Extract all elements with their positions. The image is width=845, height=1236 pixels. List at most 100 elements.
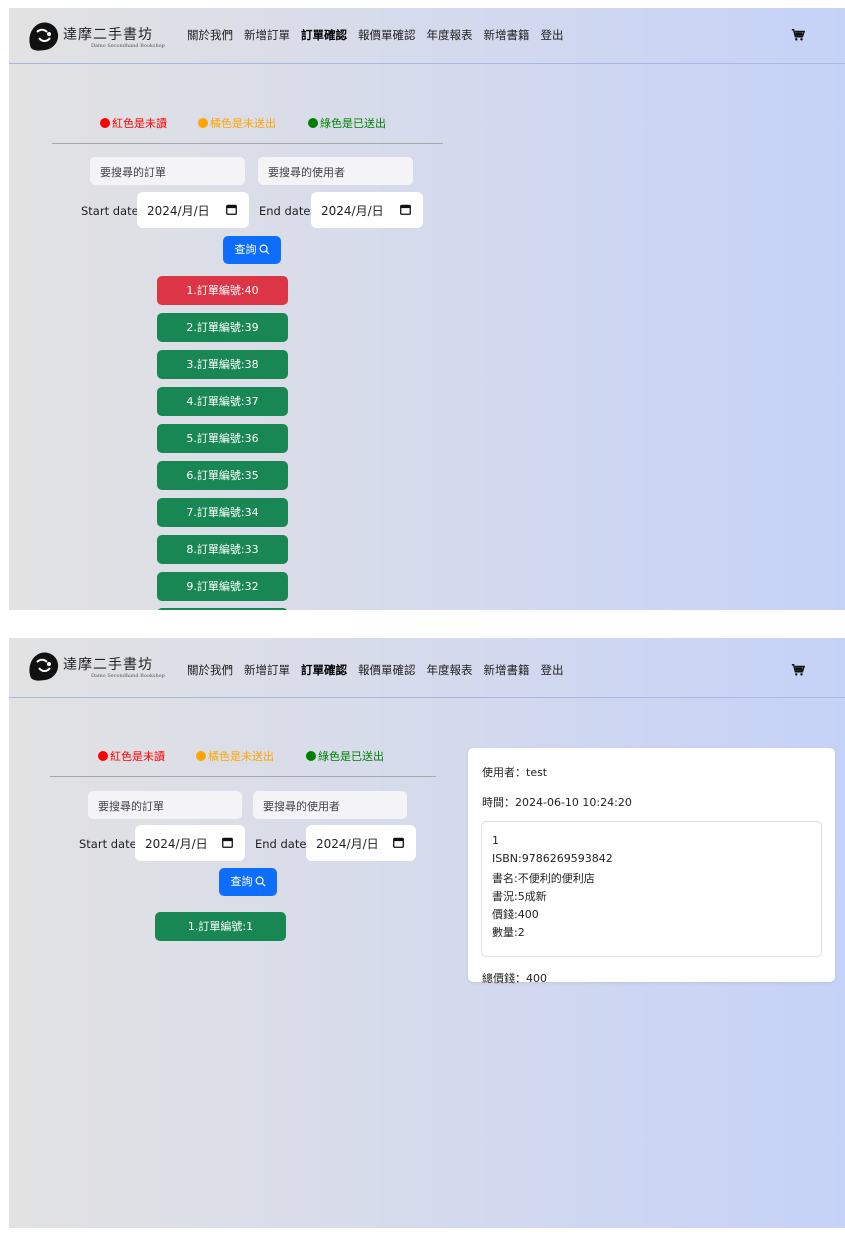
item-price: 價錢:400 xyxy=(492,908,539,921)
legend-sent-label: 綠色是已送出 xyxy=(320,117,386,130)
orange-dot-icon xyxy=(196,751,206,761)
nav-order-confirm[interactable]: 訂單確認 xyxy=(301,662,347,678)
dharma-logo-icon xyxy=(29,652,59,681)
nav-quote-confirm[interactable]: 報價單確認 xyxy=(358,27,416,43)
query-button[interactable]: 查詢 xyxy=(223,236,281,264)
user-search-input[interactable]: 要搜尋的使用者 xyxy=(253,791,407,819)
end-date-value: 2024/月/日 xyxy=(316,837,379,851)
navbar: 達摩二手書坊 Damo Secondhand Bookshop 關於我們 新增訂… xyxy=(9,638,845,698)
legend-unread: 紅色是未讀 xyxy=(100,115,167,131)
divider xyxy=(50,776,436,777)
brand-subtitle: Damo Secondhand Bookshop xyxy=(91,673,165,679)
legend-unsent-label: 橘色是未送出 xyxy=(210,117,276,130)
order-item-card: 1 ISBN:9786269593842 書名:不便利的便利店 書況:5成新 價… xyxy=(481,821,822,957)
order-detail-screenshot: 達摩二手書坊 Damo Secondhand Bookshop 關於我們 新增訂… xyxy=(9,638,845,1228)
user-search-input[interactable]: 要搜尋的使用者 xyxy=(258,157,413,185)
calendar-icon[interactable] xyxy=(226,204,237,215)
order-button[interactable]: 7.訂單編號:34 xyxy=(157,498,288,527)
order-button[interactable]: 1.訂單編號:40 xyxy=(157,276,288,305)
legend-unsent-label: 橘色是未送出 xyxy=(208,750,274,763)
legend-sent-label: 綠色是已送出 xyxy=(318,750,384,763)
nav-new-order[interactable]: 新增訂單 xyxy=(244,662,290,678)
legend-unsent: 橘色是未送出 xyxy=(196,748,274,764)
legend-sent: 綠色是已送出 xyxy=(308,115,386,131)
legend-unread-label: 紅色是未讀 xyxy=(110,750,165,763)
nav-order-confirm[interactable]: 訂單確認 xyxy=(301,27,347,43)
calendar-icon[interactable] xyxy=(400,204,411,215)
red-dot-icon xyxy=(98,751,108,761)
order-search-input[interactable]: 要搜尋的訂單 xyxy=(90,157,245,185)
legend-unread: 紅色是未讀 xyxy=(98,748,165,764)
end-date-label: End date: xyxy=(259,204,315,218)
status-legend: 紅色是未讀 橘色是未送出 綠色是已送出 xyxy=(98,748,384,764)
query-button-label: 查詢 xyxy=(230,875,253,888)
detail-time: 時間：2024-06-10 10:24:20 xyxy=(482,796,632,809)
detail-total: 總價錢：400 xyxy=(482,972,547,985)
order-button-partial[interactable] xyxy=(157,608,288,610)
nav-annual-report[interactable]: 年度報表 xyxy=(427,662,473,678)
dharma-logo-icon xyxy=(29,22,59,51)
divider xyxy=(52,143,443,144)
brand-subtitle: Damo Secondhand Bookshop xyxy=(91,43,165,49)
nav-menu: 關於我們 新增訂單 訂單確認 報價單確認 年度報表 新增書籍 登出 xyxy=(187,27,564,43)
calendar-icon[interactable] xyxy=(222,837,233,848)
nav-about[interactable]: 關於我們 xyxy=(187,662,233,678)
order-button[interactable]: 3.訂單編號:38 xyxy=(157,350,288,379)
end-date-input[interactable]: 2024/月/日 xyxy=(311,192,423,228)
order-button[interactable]: 2.訂單編號:39 xyxy=(157,313,288,342)
nav-annual-report[interactable]: 年度報表 xyxy=(427,27,473,43)
order-button[interactable]: 1.訂單編號:1 xyxy=(155,912,286,941)
calendar-icon[interactable] xyxy=(393,837,404,848)
nav-new-order[interactable]: 新增訂單 xyxy=(244,27,290,43)
item-index: 1 xyxy=(492,834,499,847)
item-condition: 書況:5成新 xyxy=(492,890,547,903)
start-date-label: Start date: xyxy=(79,837,141,851)
nav-add-book[interactable]: 新增書籍 xyxy=(484,27,530,43)
end-date-input[interactable]: 2024/月/日 xyxy=(306,825,416,861)
item-quantity: 數量:2 xyxy=(492,926,525,939)
order-detail-card: 使用者：test 時間：2024-06-10 10:24:20 1 ISBN:9… xyxy=(468,748,835,985)
order-list-screenshot: 達摩二手書坊 Damo Secondhand Bookshop 關於我們 新增訂… xyxy=(9,8,845,610)
nav-logout[interactable]: 登出 xyxy=(541,662,564,678)
orange-dot-icon xyxy=(198,118,208,128)
legend-sent: 綠色是已送出 xyxy=(306,748,384,764)
query-button[interactable]: 查詢 xyxy=(219,868,277,896)
order-search-input[interactable]: 要搜尋的訂單 xyxy=(88,791,242,819)
cart-icon[interactable] xyxy=(791,28,805,42)
end-date-value: 2024/月/日 xyxy=(321,204,384,218)
order-button[interactable]: 9.訂單編號:32 xyxy=(157,572,288,601)
brand-logo[interactable]: 達摩二手書坊 Damo Secondhand Bookshop xyxy=(21,644,171,688)
start-date-label: Start date: xyxy=(81,204,143,218)
order-button[interactable]: 6.訂單編號:35 xyxy=(157,461,288,490)
order-button[interactable]: 5.訂單編號:36 xyxy=(157,424,288,453)
nav-quote-confirm[interactable]: 報價單確認 xyxy=(358,662,416,678)
brand-name: 達摩二手書坊 xyxy=(63,657,153,673)
nav-menu: 關於我們 新增訂單 訂單確認 報價單確認 年度報表 新增書籍 登出 xyxy=(187,662,564,678)
legend-unread-label: 紅色是未讀 xyxy=(112,117,167,130)
start-date-input[interactable]: 2024/月/日 xyxy=(135,825,245,861)
green-dot-icon xyxy=(306,751,316,761)
nav-about[interactable]: 關於我們 xyxy=(187,27,233,43)
brand-name: 達摩二手書坊 xyxy=(63,27,153,43)
order-button[interactable]: 4.訂單編號:37 xyxy=(157,387,288,416)
start-date-value: 2024/月/日 xyxy=(147,204,210,218)
red-dot-icon xyxy=(100,118,110,128)
brand-logo[interactable]: 達摩二手書坊 Damo Secondhand Bookshop xyxy=(21,14,171,58)
search-icon xyxy=(255,876,266,887)
search-icon xyxy=(259,244,270,255)
navbar: 達摩二手書坊 Damo Secondhand Bookshop 關於我們 新增訂… xyxy=(9,8,845,64)
end-date-label: End date: xyxy=(255,837,311,851)
item-title: 書名:不便利的便利店 xyxy=(492,872,595,885)
nav-logout[interactable]: 登出 xyxy=(541,27,564,43)
legend-unsent: 橘色是未送出 xyxy=(198,115,276,131)
status-legend: 紅色是未讀 橘色是未送出 綠色是已送出 xyxy=(100,115,386,131)
detail-user: 使用者：test xyxy=(482,766,548,779)
order-button[interactable]: 8.訂單編號:33 xyxy=(157,535,288,564)
item-isbn: ISBN:9786269593842 xyxy=(492,852,613,865)
start-date-value: 2024/月/日 xyxy=(145,837,208,851)
nav-add-book[interactable]: 新增書籍 xyxy=(484,662,530,678)
start-date-input[interactable]: 2024/月/日 xyxy=(137,192,249,228)
cart-icon[interactable] xyxy=(791,663,805,677)
green-dot-icon xyxy=(308,118,318,128)
query-button-label: 查詢 xyxy=(234,243,257,256)
